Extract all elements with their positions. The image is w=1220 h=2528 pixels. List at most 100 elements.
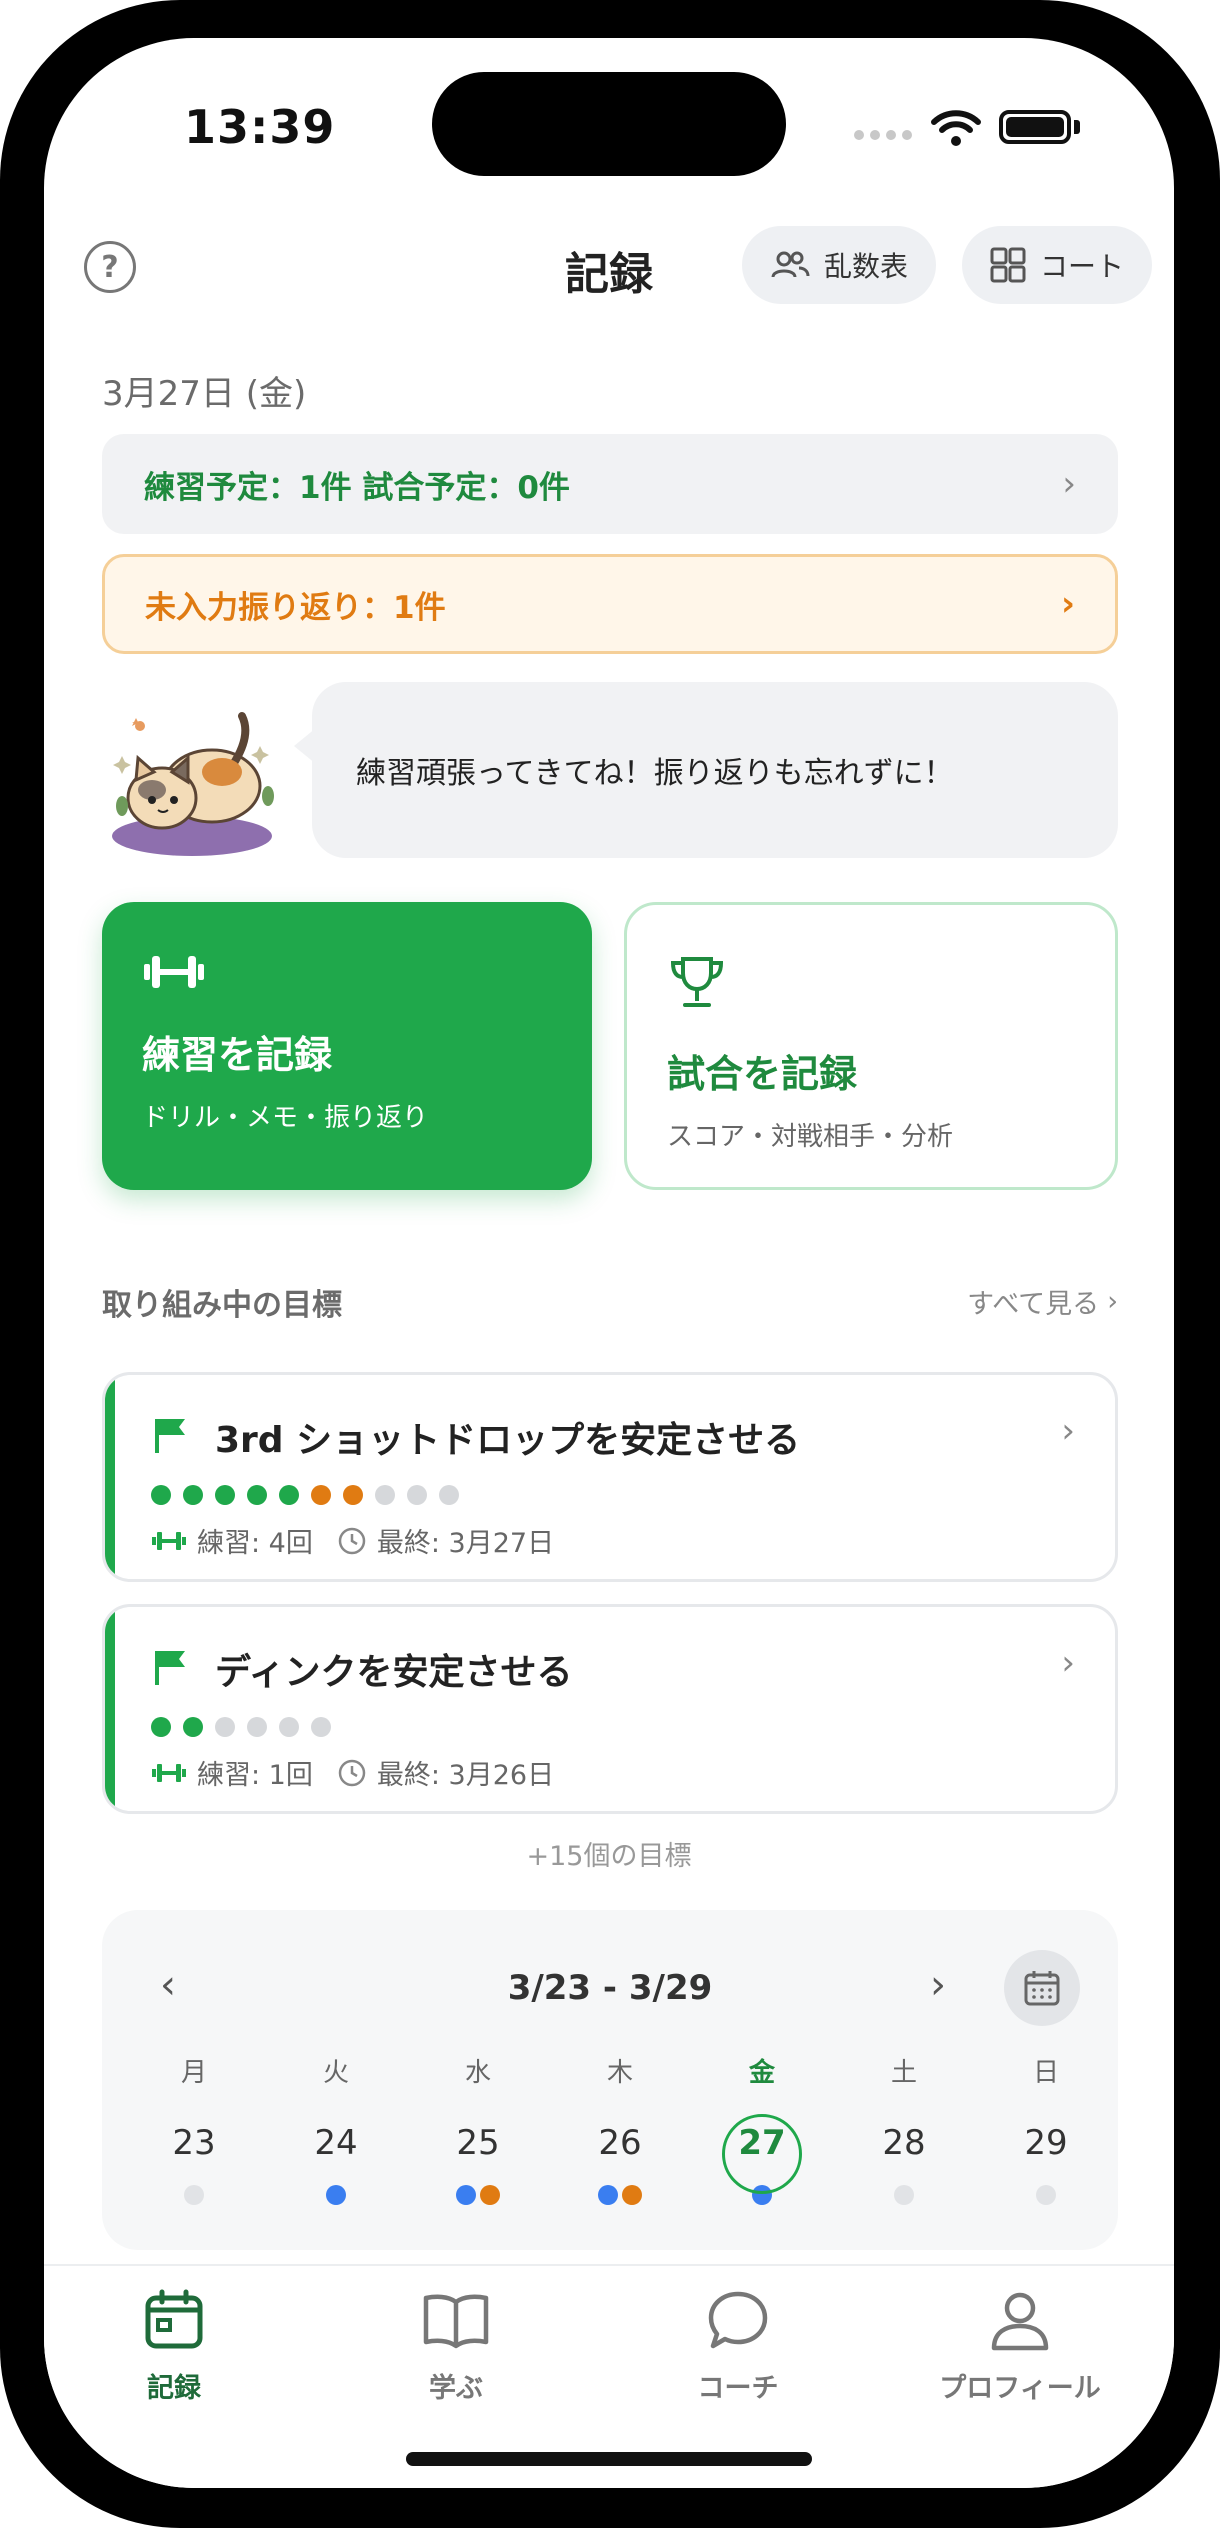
chevron-right-icon: ›	[1061, 1643, 1075, 1683]
weekday-label: 水	[464, 2058, 491, 2088]
app-screen: 13:39 ? 記録 乱数表 コート 3月27日 (金) 練習予定：1件 試合予…	[44, 38, 1174, 2488]
calendar-icon	[1024, 1971, 1060, 2006]
goal-meta: 練習: 1回 最終: 3月26日	[151, 1753, 554, 1792]
weekday-label: 木	[606, 2058, 633, 2088]
tab-label: プロフィール	[939, 2373, 1101, 2404]
record-practice-title: 練習を記録	[142, 1033, 333, 1077]
date-label: 3月27日 (金)	[102, 374, 307, 414]
record-match-subtitle: スコア・対戦相手・分析	[667, 1122, 954, 1152]
tab-label: 記録	[147, 2373, 201, 2404]
calendar-day[interactable]: 金 27	[712, 2052, 812, 2205]
mascot-message: 練習頑張ってきてね！振り返りも忘れずに！	[312, 682, 1118, 858]
calendar-day[interactable]: 火 24	[286, 2052, 386, 2205]
day-number: 23	[172, 2123, 216, 2163]
calendar-day[interactable]: 日 29	[996, 2052, 1096, 2205]
activity-indicators	[286, 2185, 386, 2205]
progress-dot	[215, 1717, 235, 1737]
goal-meta: 練習: 4回 最終: 3月27日	[151, 1521, 554, 1560]
chevron-right-icon: ›	[1062, 464, 1076, 504]
goal-card[interactable]: ディンクを安定させる › 練習: 1回 最終: 3月26日	[102, 1604, 1118, 1814]
activity-dot	[598, 2185, 618, 2205]
dumbbell-icon	[152, 1531, 186, 1550]
goals-section-title: 取り組み中の目標	[102, 1288, 342, 1323]
battery-cap	[1074, 120, 1080, 134]
calendar-day[interactable]: 土 28	[854, 2052, 954, 2205]
tab-learn[interactable]: 学ぶ	[346, 2288, 566, 2405]
activity-dot	[1036, 2185, 1056, 2205]
goal-title: ディンクを安定させる	[215, 1652, 573, 1693]
day-number: 28	[882, 2123, 926, 2163]
weekday-label: 日	[1032, 2058, 1059, 2088]
tab-profile[interactable]: プロフィール	[910, 2288, 1130, 2405]
activity-indicators	[996, 2185, 1096, 2205]
weekday-label: 火	[322, 2058, 349, 2088]
flag-icon	[155, 1419, 185, 1453]
progress-dot	[151, 1717, 171, 1737]
record-match-button[interactable]: 試合を記録 スコア・対戦相手・分析	[624, 902, 1118, 1190]
activity-indicators	[428, 2185, 528, 2205]
goal-progress-dots	[151, 1717, 331, 1737]
tab-record[interactable]: 記録	[64, 2288, 284, 2405]
activity-dot	[184, 2185, 204, 2205]
calendar-icon	[145, 2289, 203, 2349]
wifi-icon	[931, 110, 981, 146]
random-table-button[interactable]: 乱数表	[742, 226, 937, 304]
side-button	[0, 420, 10, 510]
trophy-icon	[670, 957, 724, 1007]
signal-icon	[854, 130, 912, 140]
activity-indicators	[144, 2185, 244, 2205]
dumbbell-icon	[144, 956, 204, 988]
day-number: 24	[314, 2123, 358, 2163]
calendar-day[interactable]: 月 23	[144, 2052, 244, 2205]
tab-label: 学ぶ	[429, 2373, 483, 2404]
side-button	[1210, 740, 1220, 1000]
reflection-banner[interactable]: 未入力振り返り：1件 ›	[102, 554, 1118, 654]
calendar-day[interactable]: 水 25	[428, 2052, 528, 2205]
random-table-label: 乱数表	[824, 250, 909, 283]
see-all-label: すべて見る	[967, 1289, 1100, 1320]
today-ring	[722, 2114, 802, 2194]
dynamic-island	[432, 72, 786, 176]
progress-dot	[279, 1485, 299, 1505]
progress-dot	[343, 1485, 363, 1505]
calendar-day[interactable]: 木 26	[570, 2052, 670, 2205]
activity-indicators	[570, 2185, 670, 2205]
goal-accent-bar	[105, 1375, 115, 1579]
progress-dot	[215, 1485, 235, 1505]
mascot-message-text: 練習頑張ってきてね！振り返りも忘れずに！	[356, 756, 954, 791]
progress-dot	[183, 1717, 203, 1737]
cat-mascot-illustration	[112, 712, 274, 856]
day-number: 26	[598, 2123, 642, 2163]
court-label: コート	[1040, 250, 1125, 283]
goal-last-date: 最終: 3月27日	[376, 1528, 555, 1559]
progress-dot	[247, 1485, 267, 1505]
day-number: 25	[456, 2123, 500, 2163]
goal-card[interactable]: 3rd ショットドロップを安定させる › 練習: 4回 最終: 3月27日	[102, 1372, 1118, 1582]
grid-icon	[990, 247, 1026, 283]
week-calendar: ‹ 3/23 - 3/29 › 月 23 火 24 水 25 木 26 金 27 土 28 日 29	[102, 1910, 1118, 2250]
progress-dot	[183, 1485, 203, 1505]
progress-dot	[151, 1485, 171, 1505]
calendar-picker-button[interactable]	[1004, 1950, 1080, 2026]
schedule-banner[interactable]: 練習予定：1件 試合予定：0件 ›	[102, 434, 1118, 534]
progress-dot	[279, 1717, 299, 1737]
day-number: 29	[1024, 2123, 1068, 2163]
record-practice-subtitle: ドリル・メモ・振り返り	[142, 1103, 429, 1133]
court-button[interactable]: コート	[962, 226, 1153, 304]
more-goals-link[interactable]: +15個の目標	[44, 1834, 1174, 1873]
home-indicator	[406, 2452, 812, 2466]
side-button	[0, 760, 10, 920]
progress-dot	[407, 1485, 427, 1505]
people-icon	[771, 251, 810, 278]
chevron-right-icon[interactable]: ›	[930, 1962, 946, 2008]
chevron-right-icon: ›	[1107, 1286, 1118, 1317]
clock-icon	[338, 1759, 366, 1786]
weekday-label: 土	[890, 2058, 917, 2088]
tab-coach[interactable]: コーチ	[628, 2288, 848, 2405]
see-all-link[interactable]: すべて見る ›	[967, 1282, 1118, 1321]
person-icon	[991, 2292, 1049, 2351]
record-practice-button[interactable]: 練習を記録 ドリル・メモ・振り返り	[102, 902, 592, 1190]
clock-icon	[338, 1527, 366, 1554]
chat-bubble-icon	[708, 2291, 768, 2349]
activity-dot	[326, 2185, 346, 2205]
